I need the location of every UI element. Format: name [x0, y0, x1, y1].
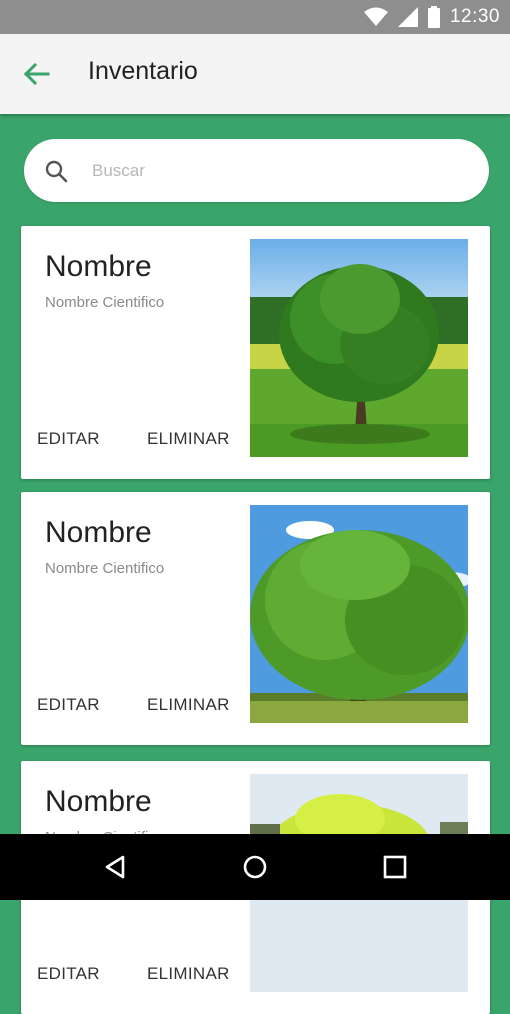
delete-button[interactable]: ELIMINAR — [147, 695, 230, 715]
edit-button[interactable]: EDITAR — [37, 964, 100, 984]
item-scientific-name: Nombre Cientifico — [45, 294, 165, 311]
back-triangle-icon[interactable] — [101, 853, 129, 881]
search-input[interactable] — [90, 155, 454, 187]
page-title: Inventario — [88, 57, 198, 85]
recents-square-icon[interactable] — [381, 853, 409, 881]
item-scientific-name: Nombre Cientifico — [45, 560, 165, 577]
edit-button[interactable]: EDITAR — [37, 429, 100, 449]
list-item[interactable]: Nombre Nombre Cientifico EDITAR ELIMINAR — [21, 492, 490, 745]
item-name: Nombre — [45, 785, 152, 818]
tree-image — [250, 239, 468, 457]
delete-button[interactable]: ELIMINAR — [147, 429, 230, 449]
status-time: 12:30 — [449, 6, 500, 27]
battery-icon — [427, 6, 440, 28]
home-circle-icon[interactable] — [241, 853, 269, 881]
signal-icon — [397, 7, 418, 27]
edit-button[interactable]: EDITAR — [37, 695, 100, 715]
arrow-back-icon[interactable] — [22, 60, 50, 88]
app-bar: Inventario — [0, 34, 510, 114]
delete-button[interactable]: ELIMINAR — [147, 964, 230, 984]
item-name: Nombre — [45, 516, 152, 549]
item-name: Nombre — [45, 250, 152, 283]
wifi-icon — [363, 7, 388, 26]
list-item[interactable]: Nombre Nombre Cientifico EDITAR ELIMINAR — [21, 226, 490, 479]
search-bar[interactable] — [24, 139, 489, 202]
status-bar: 12:30 — [0, 0, 510, 34]
tree-image — [250, 505, 468, 723]
search-icon — [45, 160, 68, 183]
status-icons: 12:30 — [363, 4, 500, 30]
navigation-bar — [0, 834, 510, 900]
